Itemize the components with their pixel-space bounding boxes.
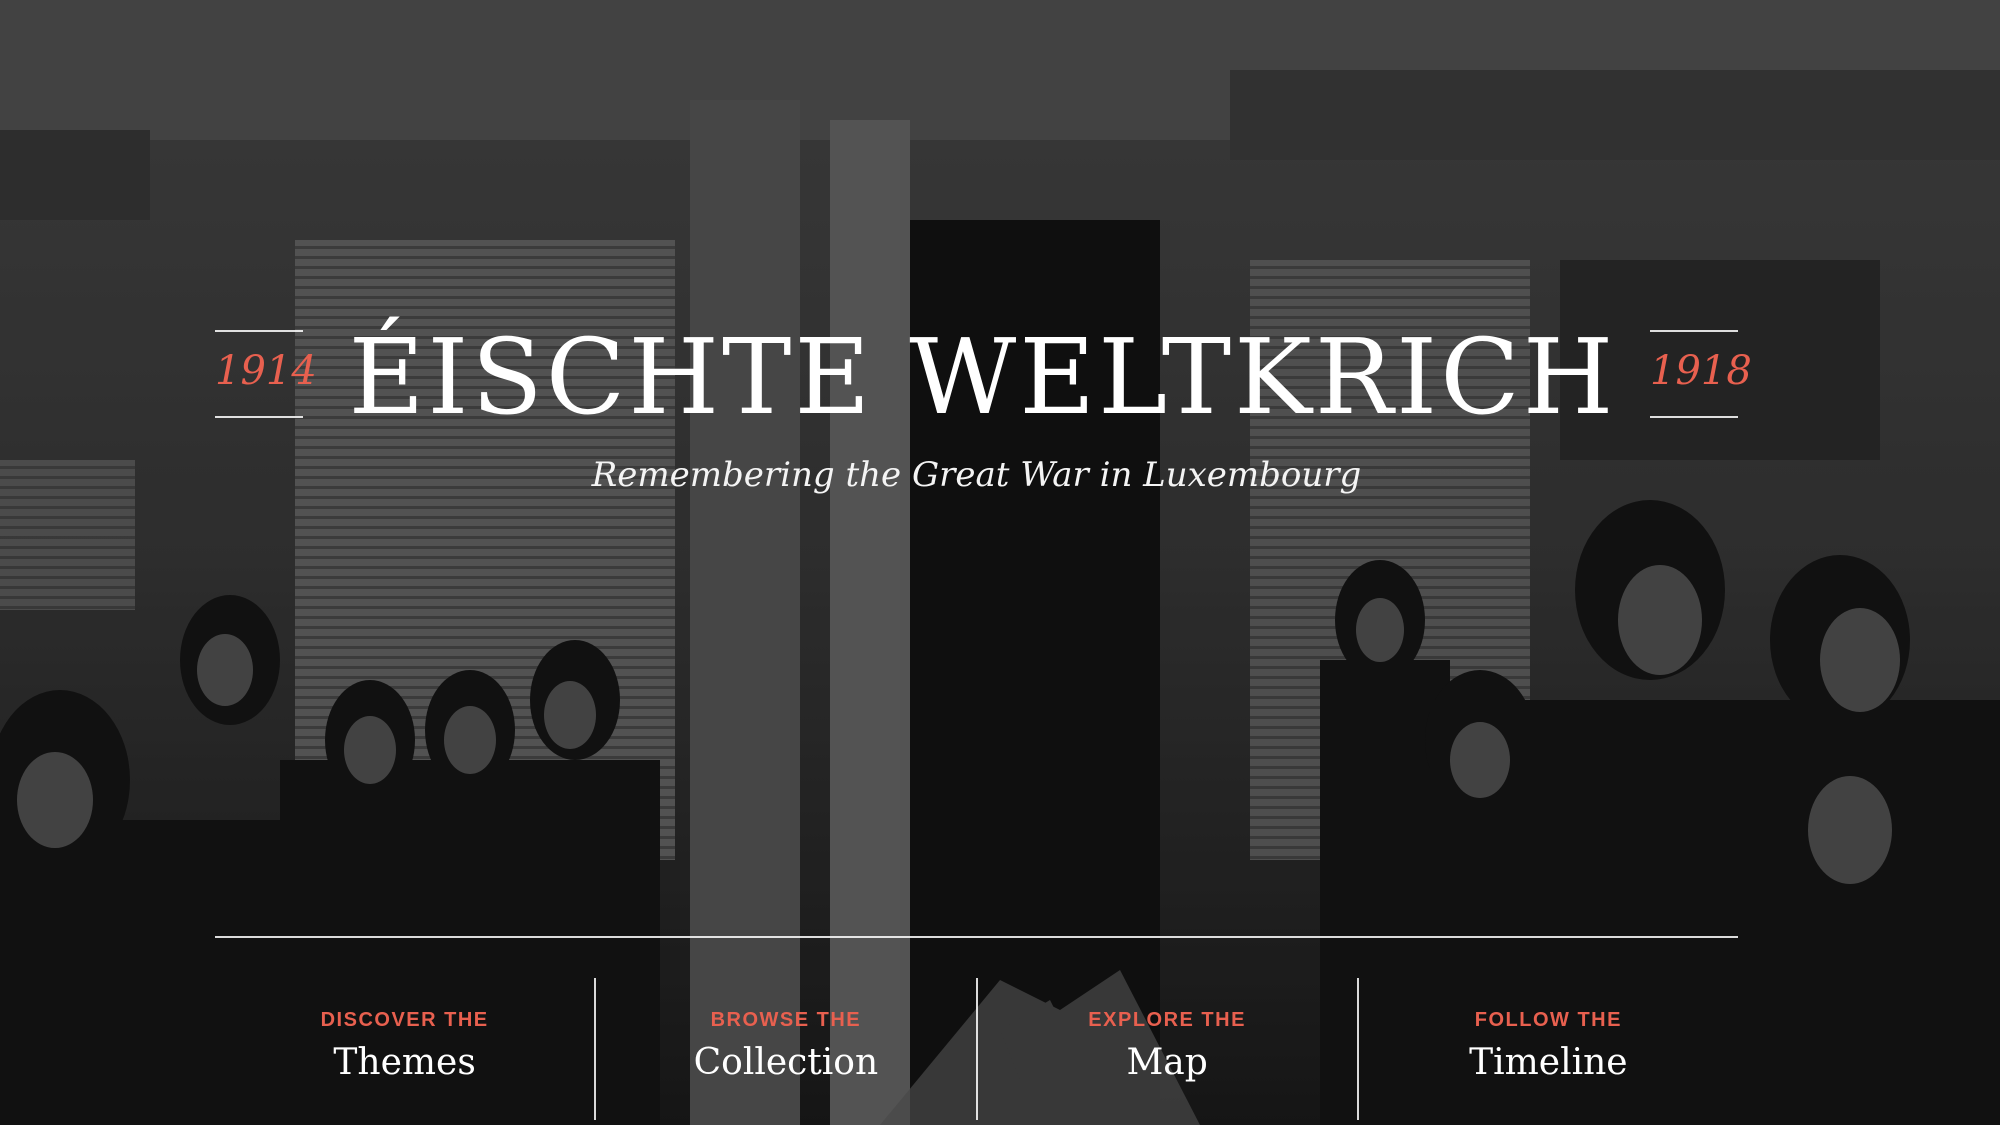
- divider-line: [1650, 416, 1738, 418]
- end-year: 1918: [1650, 318, 1752, 418]
- start-year-label: 1914: [215, 348, 317, 394]
- nav-kicker: BROWSE THE: [710, 1009, 862, 1031]
- nav-divider: [215, 936, 1738, 938]
- end-year-label: 1918: [1650, 348, 1752, 394]
- page-subtitle: Remembering the Great War in Luxembourg: [591, 455, 1362, 495]
- start-year: 1914: [215, 318, 317, 418]
- nav-label: Map: [1126, 1042, 1208, 1083]
- nav-label: Timeline: [1469, 1042, 1628, 1083]
- nav-item-map[interactable]: EXPLORE THE Map: [975, 978, 1357, 1120]
- nav-kicker: FOLLOW THE: [1474, 1009, 1622, 1031]
- nav-kicker: DISCOVER THE: [320, 1009, 489, 1031]
- nav-item-timeline[interactable]: FOLLOW THE Timeline: [1356, 978, 1738, 1120]
- nav-kicker: EXPLORE THE: [1088, 1009, 1246, 1031]
- main-nav: DISCOVER THE Themes BROWSE THE Collectio…: [215, 978, 1738, 1120]
- page-title: ÉISCHTE WELTKRICH: [348, 316, 1617, 438]
- dark-overlay: [0, 0, 2000, 1125]
- nav-item-themes[interactable]: DISCOVER THE Themes: [215, 978, 594, 1120]
- hero: 1914 ÉISCHTE WELTKRICH 1918 Remembering …: [0, 0, 2000, 1125]
- nav-item-collection[interactable]: BROWSE THE Collection: [594, 978, 975, 1120]
- divider-line: [215, 330, 303, 332]
- title-row: 1914 ÉISCHTE WELTKRICH 1918: [215, 318, 1752, 432]
- nav-label: Themes: [333, 1042, 476, 1083]
- nav-label: Collection: [693, 1042, 879, 1083]
- divider-line: [1650, 330, 1738, 332]
- divider-line: [215, 416, 303, 418]
